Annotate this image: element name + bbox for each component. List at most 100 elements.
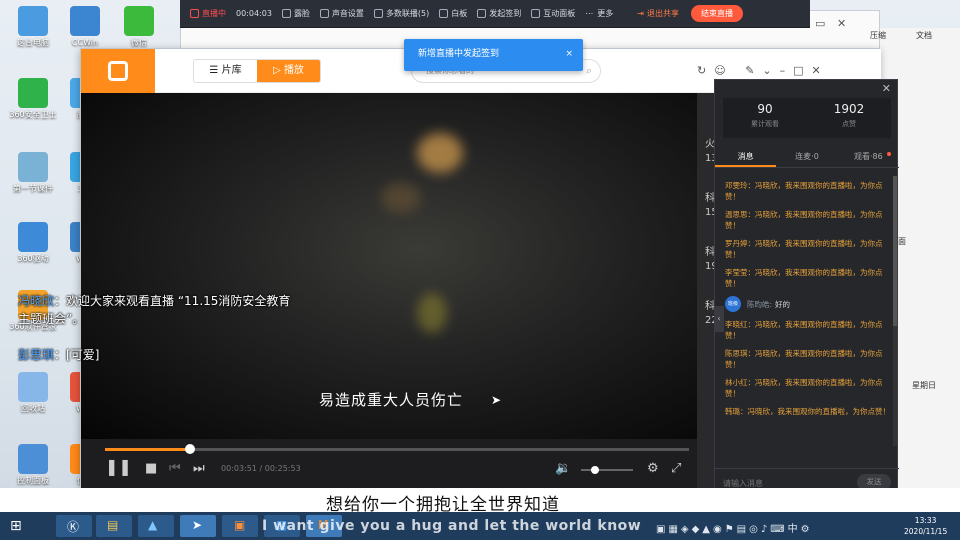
toolbar-camera-button[interactable]: 露脸 [281,8,310,19]
search-icon[interactable]: ⌕ [586,60,592,82]
desktop-icon[interactable]: 360安全卫士 [4,78,62,120]
toolbar-whiteboard-button[interactable]: 白板 [439,8,467,19]
taskbar-app[interactable]: ➤ [180,515,216,537]
fullscreen-icon[interactable]: ⤢ [671,461,681,476]
more-icon: ⋯ [585,9,594,18]
edit-icon[interactable]: ✎ [745,64,762,77]
tab-messages[interactable]: 消息 [715,148,777,167]
chat-scrollbar[interactable] [893,176,897,446]
desktop-item[interactable]: 压缩 [870,30,886,41]
desktop-item[interactable]: 文档 [916,30,932,41]
taskbar-app[interactable]: ▲ [138,515,174,537]
desktop-icon[interactable]: 360驱动 [4,222,62,264]
desktop-icon[interactable]: 控制面板 [4,444,62,486]
chat-system-message: 李晓红：冯晓欣，我来围观你的直播啦，为你点赞！ [725,320,883,340]
app-logo [81,49,155,93]
live-status-label: 直播中 [202,9,226,18]
app-icon [18,152,48,182]
chevron-down-icon[interactable]: ⌄ [762,64,779,77]
app-icon [70,6,100,36]
minimize-icon[interactable]: ▭ [815,17,825,30]
desktop-icon-label: 360安全卫士 [9,110,57,119]
toolbar-label: 白板 [451,9,468,18]
live-duration: 00:04:03 [236,9,272,18]
taskbar-app[interactable]: ▣ [222,515,258,537]
close-icon[interactable]: × [565,39,573,69]
checkin-toast: 新增直播中发起签到 × [404,39,583,71]
danmaku-text: ：[可爱] [54,348,100,362]
list-icon: ☰ [209,65,222,76]
taskbar: ⊞ Ⓚ ▤ ▲ ➤ ▣ ▦ M I want give you a hug an… [0,512,960,540]
fire-glow [417,133,463,173]
desktop-icon-label: CCWin [71,38,99,47]
volume-knob[interactable] [591,466,600,474]
toolbar-audio-button[interactable]: 声音设置 [319,8,364,19]
time-current: 00:03:51 [221,464,257,473]
chat-message-list: 邓雯玲：冯晓欣，我来围观你的直播啦，为你点赞！ 温思思：冯晓欣，我来围观你的直播啦… [725,180,893,424]
exit-share-label: 退出共享 [646,9,679,18]
pause-button[interactable]: ❚❚ [105,457,132,476]
refresh-icon[interactable]: ↻ [697,64,714,77]
user-icon[interactable]: ☺ [714,64,733,77]
tab-viewers[interactable]: 观看·86 [838,148,899,167]
danmaku-line: 彭思琪：[可爱] [18,346,99,364]
tab-play[interactable]: ▷ 播放 [257,60,320,82]
browser-icon: Ⓚ [67,520,80,534]
close-icon[interactable]: ✕ [882,82,891,95]
chat-system-message: 罗丹婷：冯晓欣，我来围观你的直播啦，为你点赞！ [725,239,883,259]
chat-tabs: 消息 连麦·0 观看·86 [715,148,899,168]
windows-start-icon[interactable]: ⊞ [10,518,22,534]
desktop-icon[interactable]: CCWin [56,6,114,48]
live-status: 直播中 [190,8,226,19]
desktop-icon[interactable]: 第一节课件 [4,152,62,194]
close-icon[interactable]: ✕ [837,17,846,30]
desktop-icon[interactable]: 微信 [110,6,168,48]
settings-gear-icon[interactable]: ⚙ [647,461,659,476]
clock[interactable]: 13:33 2020/11/15 [904,515,947,537]
maximize-icon[interactable]: □ [793,64,811,77]
cursor-icon: ➤ [491,393,502,407]
stop-button[interactable]: ■ [145,461,157,476]
close-icon[interactable]: ✕ [812,64,829,77]
tab-library[interactable]: ☰ 片库 [194,60,257,82]
toolbar-multicast-button[interactable]: 多数联播(5) [373,8,430,19]
stat-value: 1902 [833,102,865,116]
folder-icon: ▤ [107,518,119,532]
app-icon [18,222,48,252]
toolbar-checkin-button[interactable]: 发起签到 [477,8,521,19]
minimize-icon[interactable]: – [780,64,794,77]
tab-label: 片库 [221,65,242,76]
volume-icon[interactable]: 🔉 [555,461,571,476]
toast-text: 新增直播中发起签到 [418,49,500,59]
end-live-button[interactable]: 结束直播 [690,5,743,22]
video-frame[interactable]: 易造成重大人员伤亡 ➤ [81,93,697,439]
progress-knob[interactable] [184,444,195,454]
toolbar-more-button[interactable]: ⋯ 更多 [585,8,613,19]
scrollbar-thumb[interactable] [893,176,897,326]
helmet-glow [417,293,447,333]
desktop-icon[interactable]: 回收站 [4,372,62,414]
tab-mic[interactable]: 连麦·0 [776,148,837,167]
desktop-item: 星期日 [912,381,936,390]
taskbar-app[interactable]: ▤ [96,515,132,537]
notification-dot [886,152,891,156]
live-bars-icon [190,9,199,18]
toolbar-label: 多数联播(5) [385,9,430,18]
volume-slider[interactable] [581,466,633,474]
danmaku-user: 冯晓欣 [18,294,55,308]
stat-label: 累计观看 [751,120,779,128]
prev-button[interactable]: ⏮ [169,461,181,476]
avatar[interactable]: 班级 [725,296,741,312]
next-button[interactable]: ⏭ [193,461,205,476]
panel-collapse-button[interactable]: ‹ [714,306,724,332]
desktop-icon-label: 这台电脑 [17,38,49,47]
progress-bar[interactable] [105,444,689,454]
app-icon [18,78,48,108]
chat-system-message: 李莹莹：冯晓欣，我来围观你的直播啦，为你点赞！ [725,268,883,288]
time-separator: / [259,464,263,473]
taskbar-app[interactable]: Ⓚ [56,515,92,537]
exit-share-button[interactable]: ⇥ 退出共享 [637,8,679,19]
desktop-icon[interactable]: 这台电脑 [4,6,62,48]
toolbar-interact-button[interactable]: 互动面板 [531,8,575,19]
app-icon [18,372,48,402]
